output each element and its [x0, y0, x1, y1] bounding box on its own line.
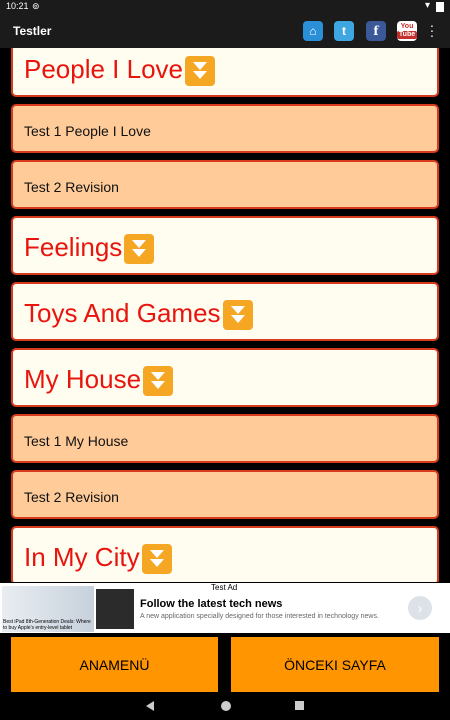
- bottom-bar: ANAMENÜ ÖNCEKI SAYFA: [0, 633, 450, 695]
- test-list: People I Love Test 1 People I Love Test …: [0, 48, 450, 582]
- facebook-icon[interactable]: f: [366, 21, 386, 41]
- app-toolbar: Testler ⌂ t f You Tube · · ·: [0, 14, 450, 48]
- battery-icon: [436, 2, 444, 12]
- wifi-icon: ▾: [424, 0, 430, 11]
- status-bar: 10:21 ⊚ ▾: [0, 0, 450, 14]
- list-item[interactable]: Feelings: [11, 216, 439, 275]
- list-item[interactable]: Test 2 Revision: [11, 160, 439, 209]
- twitter-icon[interactable]: t: [334, 21, 354, 41]
- overflow-menu-icon[interactable]: · · ·: [427, 18, 437, 42]
- ad-image-bike: [96, 589, 134, 629]
- page-title: Testler: [13, 24, 52, 38]
- list-item[interactable]: Test 2 Revision: [11, 470, 439, 519]
- chevron-right-icon[interactable]: ›: [408, 596, 432, 620]
- status-time: 10:21: [6, 1, 29, 11]
- list-item[interactable]: Toys And Games: [11, 282, 439, 341]
- main-menu-button[interactable]: ANAMENÜ: [11, 637, 218, 692]
- system-nav-bar: [0, 695, 450, 720]
- list-item[interactable]: In My City: [11, 526, 439, 582]
- list-item[interactable]: Test 1 People I Love: [11, 104, 439, 153]
- expand-arrow-icon: [185, 56, 216, 87]
- expand-arrow-icon: [222, 300, 253, 331]
- home-circle-icon[interactable]: [221, 701, 231, 711]
- back-icon[interactable]: [146, 701, 154, 711]
- ad-banner[interactable]: Best iPad 8th-Generation Deals: Where to…: [0, 583, 450, 633]
- previous-page-button[interactable]: ÖNCEKI SAYFA: [231, 637, 439, 692]
- ad-image-caption: Best iPad 8th-Generation Deals: Where to…: [3, 619, 91, 631]
- ad-description: A new application specially designed for…: [140, 613, 379, 620]
- recents-icon[interactable]: [295, 701, 304, 710]
- expand-arrow-icon: [124, 234, 155, 265]
- list-item[interactable]: People I Love: [11, 48, 439, 97]
- home-icon[interactable]: ⌂: [303, 21, 323, 41]
- youtube-icon[interactable]: You Tube: [396, 21, 418, 41]
- ad-title[interactable]: Follow the latest tech news: [140, 598, 282, 610]
- list-item[interactable]: My House: [11, 348, 439, 407]
- expand-arrow-icon: [141, 544, 172, 575]
- ad-label: Test Ad: [209, 583, 240, 592]
- list-item[interactable]: Test 1 My House: [11, 414, 439, 463]
- cast-icon: ⊚: [32, 1, 40, 11]
- expand-arrow-icon: [143, 366, 174, 397]
